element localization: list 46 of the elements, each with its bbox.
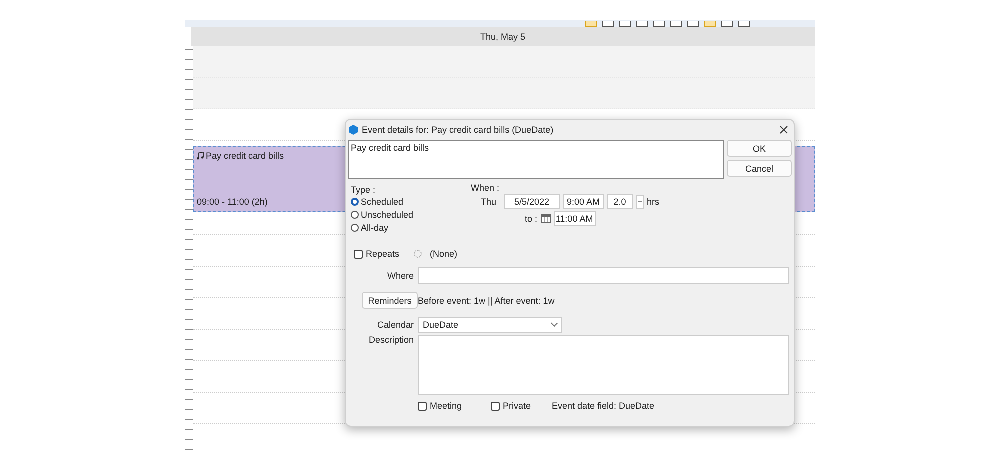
recurrence-icon [414,250,422,258]
dialog-button[interactable]: OK [727,140,792,157]
toolbar-icon[interactable] [636,21,648,27]
description-label: Description [368,335,414,345]
repeats-checkbox[interactable]: Repeats [354,249,414,259]
toolbar-icon[interactable] [738,21,750,27]
toolbar-icon[interactable] [687,21,699,27]
date-field[interactable]: 5/5/2022 [504,194,560,209]
private-checkbox[interactable]: Private [491,401,549,411]
dialog-button[interactable]: Cancel [727,160,792,177]
calendar-icon[interactable] [540,214,551,223]
toolbar-icon[interactable] [602,21,614,27]
end-time-field[interactable]: 11:00 AM [554,211,596,226]
to-label: to : [525,214,538,224]
calendar-dropdown[interactable]: DueDate [418,317,562,333]
day-label: Thu [481,196,498,206]
music-note-icon [197,152,204,160]
toolbar-icon[interactable] [619,21,631,27]
type-radio[interactable]: Unscheduled [351,209,471,221]
subject-field[interactable]: Pay credit card bills [348,140,724,179]
meeting-checkbox[interactable]: Meeting [418,401,488,411]
toolbar-icon[interactable] [670,21,682,27]
event-title: Pay credit card bills [206,151,284,161]
day-header: Thu, May 5 [480,32,526,42]
unit-label: hrs [647,196,660,206]
toolbar-icon[interactable] [653,21,665,27]
type-label: Type : [351,185,377,195]
close-icon[interactable] [780,126,788,134]
dialog-title: Event details for: Pay credit card bills (DueDate) [362,125,555,135]
recurrence-value: (None) [430,249,458,259]
toolbar-icon[interactable] [721,21,733,27]
description-field[interactable] [418,335,789,395]
reminders-button[interactable]: Reminders [362,292,418,309]
date-field-note: Event date field: DueDate [552,401,655,411]
where-field[interactable] [418,267,789,284]
start-time-field[interactable]: 9:00 AM [563,194,604,209]
duration-field[interactable]: 2.0 [607,194,633,209]
calendar-label: Calendar [376,320,414,330]
type-radio[interactable]: Scheduled [351,196,471,208]
where-label: Where [386,270,414,280]
cube-icon [349,125,358,135]
type-radio[interactable]: All-day [351,222,471,234]
reminders-summary: Before event: 1w || After event: 1w [418,296,556,306]
event-time: 09:00 - 11:00 (2h) [197,197,268,207]
spinner-icon[interactable] [636,194,644,208]
when-label: When : [471,185,501,193]
